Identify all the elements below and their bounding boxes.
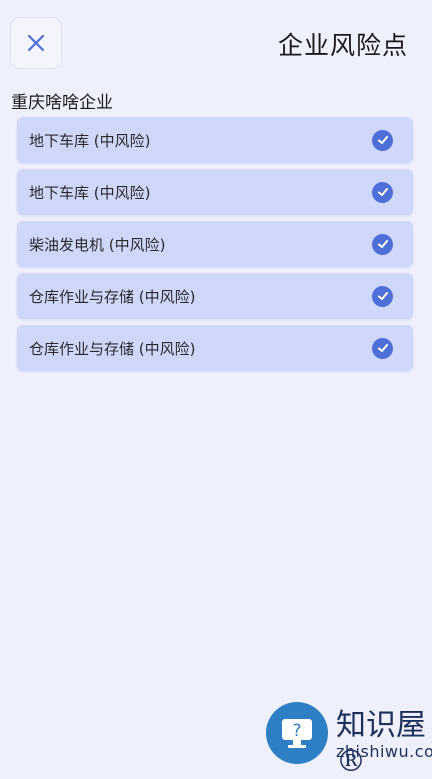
check-icon[interactable] [372, 285, 393, 307]
close-button[interactable] [10, 17, 62, 69]
page-title: 企业风险点 [277, 31, 408, 60]
watermark-url: zhishiwu.com [336, 742, 432, 761]
watermark: ? 知识屋® zhishiwu.com [232, 698, 432, 779]
check-icon[interactable] [372, 233, 393, 255]
item-label: 地下车库 (中风险) [29, 183, 151, 202]
check-icon[interactable] [372, 181, 393, 203]
item-label: 仓库作业与存储 (中风险) [29, 287, 196, 306]
close-icon [27, 34, 45, 52]
watermark-logo-icon: ? [266, 702, 328, 764]
svg-text:?: ? [292, 721, 301, 741]
item-label: 地下车库 (中风险) [29, 131, 151, 150]
item-label: 仓库作业与存储 (中风险) [29, 339, 196, 358]
risk-list: 地下车库 (中风险) 地下车库 (中风险) 柴油发电机 (中风险) 仓库作业与存… [17, 117, 413, 377]
watermark-brand: 知识屋® [336, 708, 426, 779]
list-item[interactable]: 仓库作业与存储 (中风险) [17, 325, 413, 371]
list-item[interactable]: 地下车库 (中风险) [17, 117, 413, 163]
list-item[interactable]: 仓库作业与存储 (中风险) [17, 273, 413, 319]
check-icon[interactable] [372, 129, 393, 151]
header: 企业风险点 [0, 0, 432, 88]
list-item[interactable]: 柴油发电机 (中风险) [17, 221, 413, 267]
item-label: 柴油发电机 (中风险) [29, 235, 166, 254]
list-item[interactable]: 地下车库 (中风险) [17, 169, 413, 215]
check-icon[interactable] [372, 337, 393, 359]
company-name: 重庆啥啥企业 [11, 93, 113, 113]
